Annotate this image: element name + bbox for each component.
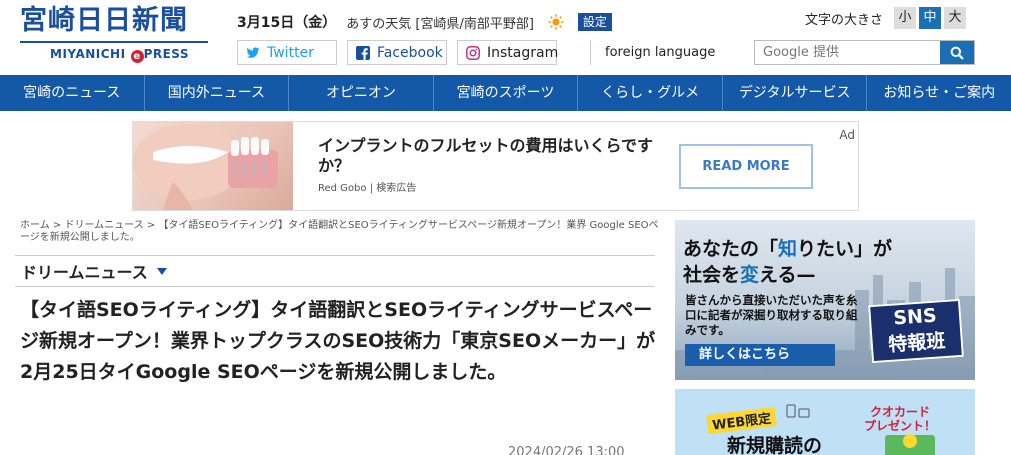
e-press-icon: e [130,50,144,63]
font-size-medium-button[interactable]: 中 [919,7,942,29]
ad-read-more-button[interactable]: READ MORE [679,144,813,189]
ad-image [133,122,293,210]
sns-badge: SNS 特報班 [868,298,964,364]
breadcrumb: ホーム > ドリームニュース > 【タイ語SEOライティング】タイ語翻訳とSEO… [20,220,660,244]
logo-text: 宮崎日日新聞 [20,5,188,36]
quo-card-line2: プレゼント！ [863,419,936,433]
main-nav: 宮崎のニュース 国内外ニュース オピニオン 宮崎のスポーツ くらし・グルメ デジ… [0,75,1011,111]
banner1-description: 皆さんから直接いただいた声を糸口に記者が深掘り取材する取り組みです。 [685,293,858,337]
nav-item-miyazaki-news[interactable]: 宮崎のニュース [0,75,145,111]
nav-item-lifestyle[interactable]: くらし・グルメ [578,75,723,111]
sun-icon [548,14,564,30]
current-date: 3月15日（金） [237,15,337,31]
logo-subtitle: MIYANICHI e PRESS [50,47,189,63]
subscription-banner[interactable]: WEB限定 新規購読の クオカード プレゼント！ [675,389,975,455]
nav-item-opinion[interactable]: オピニオン [289,75,434,111]
facebook-label: Facebook [377,44,443,61]
twitter-link[interactable]: Twitter [237,40,337,65]
logo-sub-suffix: PRESS [143,47,190,61]
nav-item-info[interactable]: お知らせ・ご案内 [867,75,1011,111]
banner1-headline-1: あなたの「知りたい」が [683,234,892,261]
instagram-link[interactable]: Instagram [457,40,559,65]
weather-settings-button[interactable]: 設定 [577,13,612,31]
search-button[interactable] [940,41,974,64]
weather-link[interactable]: あすの天気 [宮崎県/南部平野部] [346,13,534,32]
nav-item-sports[interactable]: 宮崎のスポーツ [434,75,579,111]
banner1-text: える— [759,264,816,286]
font-size-small-button[interactable]: 小 [894,7,917,29]
sns-badge-line2: 特報班 [887,330,947,356]
banner1-text: あなたの「 [683,238,779,260]
search-box [754,40,975,65]
ad-source: Red Gobo | 検索広告 [318,183,417,194]
font-size-control: 文字の大きさ 小 中 大 [805,7,967,29]
logo-underline [20,41,208,43]
breadcrumb-category[interactable]: ドリームニュース [64,220,143,231]
subscription-title: 新規購読の [727,435,823,455]
banner1-text: りたい」が [797,238,893,260]
quo-card-line1: クオカード [869,405,930,419]
article-timestamp: 2024/02/26 13:00 [508,445,625,455]
category-title: ドリームニュース [21,263,148,282]
facebook-link[interactable]: Facebook [347,40,447,65]
site-logo[interactable]: 宮崎日日新聞 MIYANICHI e PRESS [20,6,210,66]
nav-item-national-news[interactable]: 国内外ニュース [145,75,290,111]
article-headline: 【タイ語SEOライティング】タイ語翻訳とSEOライティングサービスページ新規オー… [20,299,656,383]
date-weather-bar: 3月15日（金） あすの天気 [宮崎県/南部平野部] 設定 [237,12,612,32]
font-size-large-button[interactable]: 大 [944,7,967,29]
banner1-highlight: 知 [778,238,798,260]
ad-label: Ad [839,128,855,142]
banner1-headline-2: 社会を変える— [683,260,815,287]
search-icon [950,46,964,60]
nav-item-digital[interactable]: デジタルサービス [723,75,868,111]
banner1-text: 社会を [683,264,741,286]
twitter-icon [246,46,260,60]
logo-sub-text: MIYANICHI [50,47,126,61]
sns-tokuhouhan-banner[interactable]: あなたの「知りたい」が 社会を変える— 皆さんから直接いただいた声を糸口に記者が… [675,220,975,380]
font-size-label: 文字の大きさ [805,12,884,28]
instagram-label: Instagram [487,44,559,61]
foreign-language-link[interactable]: foreign language [590,40,715,65]
breadcrumb-chevron-icon: > [146,220,159,231]
ad-banner[interactable]: インプラントのフルセットの費用はいくらですか？ Red Gobo | 検索広告 … [132,121,859,211]
search-input[interactable] [755,41,940,64]
twitter-label: Twitter [267,44,314,61]
category-header[interactable]: ドリームニュース [15,255,655,287]
breadcrumb-chevron-icon: > [52,220,65,231]
banner1-highlight: 変 [740,264,760,286]
breadcrumb-home[interactable]: ホーム [20,220,50,231]
quo-card-label: クオカード プレゼント！ [850,405,950,433]
facebook-icon [356,45,370,60]
ad-title[interactable]: インプラントのフルセットの費用はいくらですか？ [318,136,668,176]
instagram-icon [466,45,480,60]
caret-down-icon [156,267,167,275]
banner1-more-button[interactable]: 詳しくはこちら [685,344,835,366]
